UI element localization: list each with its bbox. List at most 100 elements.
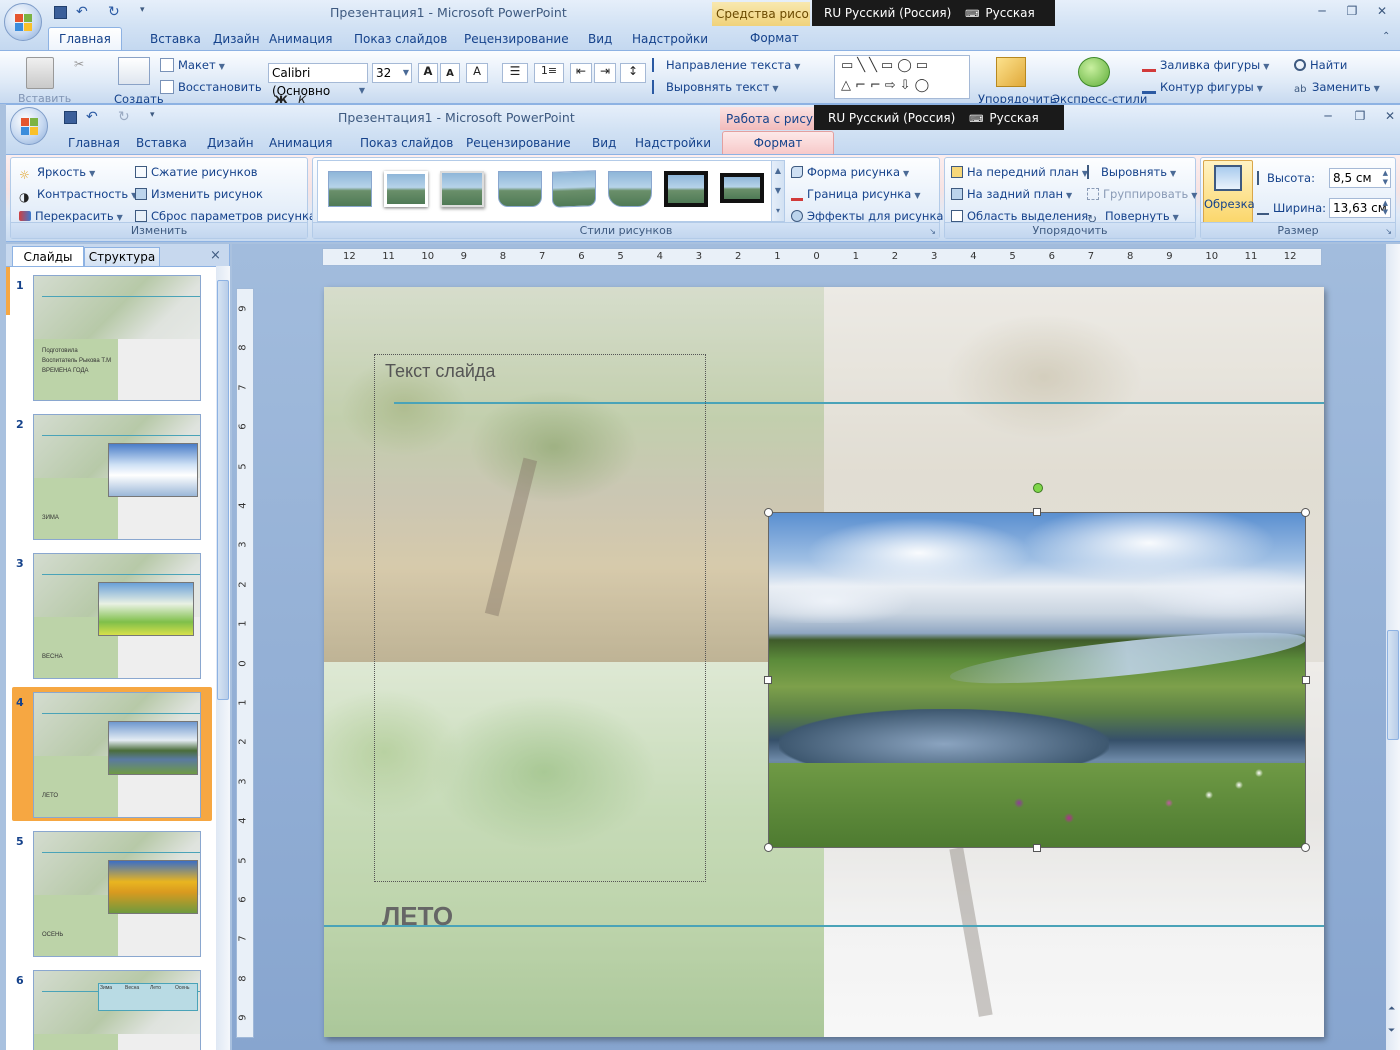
tab-3[interactable]: Анимация — [259, 132, 342, 154]
picture-style-3[interactable] — [440, 171, 484, 207]
dialog-launcher-icon[interactable]: ↘ — [929, 227, 936, 236]
picture-style-2[interactable] — [384, 171, 428, 207]
back-tab-4[interactable]: Показ слайдов — [344, 28, 457, 50]
close-button[interactable]: ✕ — [1378, 105, 1400, 127]
tab-7[interactable]: Надстройки — [625, 132, 721, 154]
replace-button[interactable]: ab Заменить ▼ — [1294, 77, 1380, 97]
indent-increase-icon[interactable]: ⇥ — [594, 63, 616, 83]
compress-button[interactable]: Сжатие рисунков — [135, 162, 258, 182]
layout-button[interactable]: Макет ▼ — [160, 55, 225, 75]
crop-button[interactable]: Обрезка — [1203, 160, 1255, 224]
language-indicator[interactable]: RU Русский (Россия) — [828, 111, 955, 125]
tab-outline[interactable]: Структура — [84, 247, 160, 266]
text-placeholder[interactable]: Текст слайда — [374, 354, 706, 882]
shape-outline-button[interactable]: Контур фигуры ▼ — [1142, 77, 1263, 97]
resize-handle-bl[interactable] — [764, 843, 773, 852]
find-button[interactable]: Найти — [1294, 55, 1347, 75]
tab-2[interactable]: Дизайн — [197, 132, 264, 154]
slide-thumbnail-1[interactable]: Подготовила Воспитатель Рыкова Т.М ВРЕМЕНА… — [33, 275, 201, 401]
slide-thumbnail-3[interactable]: ВЕСНА — [33, 553, 201, 679]
redo-icon[interactable]: ↻ — [108, 4, 120, 20]
font-size-box[interactable]: 32 ▼ — [372, 63, 412, 83]
new-slide-button[interactable]: Создать — [114, 92, 164, 103]
undo-icon[interactable]: ↶ — [86, 109, 98, 125]
resize-handle-t[interactable] — [1033, 508, 1041, 516]
picture-style-8[interactable] — [720, 173, 764, 203]
slide-thumbnail-2[interactable]: ЗИМА — [33, 414, 201, 540]
panel-scrollbar[interactable] — [216, 266, 230, 1050]
rotation-handle[interactable] — [1033, 483, 1043, 493]
height-input[interactable]: 8,5 см ▲ ▼ — [1329, 168, 1391, 188]
arrange-button[interactable]: Упорядочить — [978, 92, 1057, 103]
editor-scrollbar-thumb[interactable] — [1387, 630, 1399, 740]
back-minimize-button[interactable]: ─ — [1310, 0, 1334, 22]
numbering-icon[interactable]: 1≡ — [534, 63, 564, 83]
brightness-button[interactable]: ☼ Яркость ▼ — [19, 162, 95, 182]
shapes-gallery[interactable]: ▭╲╲▭◯▭ △⌐⌐⇨⇩◯ — [834, 55, 970, 99]
picture-style-6[interactable] — [608, 171, 652, 207]
indent-decrease-icon[interactable]: ⇤ — [570, 63, 592, 83]
reset-button[interactable]: Восстановить — [160, 77, 262, 97]
paste-button[interactable]: Вставить — [18, 92, 71, 103]
back-context-tab[interactable]: Средства рисова — [712, 2, 810, 26]
back-language-bar[interactable]: RU Русский (Россия) ⌨ Русская ? ▾ — [812, 0, 1055, 50]
resize-handle-r[interactable] — [1302, 676, 1310, 684]
slide-title[interactable]: ЛЕТО — [382, 901, 453, 932]
size-dialog-launcher-icon[interactable]: ↘ — [1385, 227, 1392, 236]
keyboard-layout[interactable]: Русская — [989, 111, 1038, 125]
resize-handle-l[interactable] — [764, 676, 772, 684]
bullets-icon[interactable]: ☰ — [502, 63, 528, 83]
editor-scrollbar[interactable]: ⏶ ⏷ — [1386, 244, 1400, 1050]
tab-slides[interactable]: Слайды — [12, 246, 84, 266]
gallery-scroll[interactable]: ▲ ▼ ▾ — [771, 160, 785, 222]
width-input[interactable]: 13,63 см ▲ ▼ — [1329, 198, 1391, 218]
picture-style-1[interactable] — [328, 171, 372, 207]
tab-0[interactable]: Главная — [58, 132, 130, 154]
clear-format-icon[interactable]: A — [466, 63, 488, 83]
maximize-button[interactable]: ❐ — [1348, 105, 1372, 127]
tab-4[interactable]: Показ слайдов — [350, 132, 463, 154]
save-icon[interactable] — [64, 111, 77, 124]
picture-shape-button[interactable]: Форма рисунка ▼ — [791, 162, 909, 182]
language-indicator[interactable]: RU Русский (Россия) — [824, 6, 951, 20]
picture-style-4[interactable] — [498, 171, 542, 207]
back-tab-format[interactable]: Формат — [750, 31, 799, 45]
bring-front-button[interactable]: На передний план ▼ — [951, 162, 1088, 182]
italic-icon[interactable]: К — [298, 93, 306, 103]
shrink-font-icon[interactable]: A — [440, 63, 460, 83]
qat-customize-icon[interactable]: ▾ — [140, 5, 145, 15]
save-icon[interactable] — [54, 6, 67, 19]
align-button[interactable]: Выровнять ▼ — [1087, 162, 1176, 182]
contrast-button[interactable]: ◑Контрастность▼ — [19, 184, 137, 204]
ribbon-collapse-icon[interactable]: ⌃ — [1382, 31, 1390, 42]
grow-font-icon[interactable]: A — [418, 63, 438, 83]
tab-5[interactable]: Рецензирование — [456, 132, 581, 154]
picture-style-7[interactable] — [664, 171, 708, 207]
cut-icon[interactable]: ✂ — [74, 57, 84, 71]
paste-icon[interactable] — [26, 57, 54, 89]
panel-scrollbar-thumb[interactable] — [217, 280, 229, 700]
selected-picture[interactable] — [768, 512, 1306, 848]
office-button-front[interactable] — [10, 107, 48, 145]
arrange-icon[interactable] — [996, 57, 1026, 87]
minimize-button[interactable]: ─ — [1316, 105, 1340, 127]
resize-handle-br[interactable] — [1301, 843, 1310, 852]
redo-icon[interactable]: ↻ — [118, 109, 130, 125]
context-tab-picture-tools[interactable]: Работа с рисунк — [720, 107, 818, 131]
tab-6[interactable]: Вид — [582, 132, 626, 154]
back-maximize-button[interactable]: ❐ — [1340, 0, 1364, 22]
group-button[interactable]: Группировать ▼ — [1087, 184, 1197, 204]
back-tab-6[interactable]: Вид — [578, 28, 622, 50]
quick-styles-icon[interactable] — [1078, 57, 1110, 87]
font-name-box[interactable]: Calibri (Основно ▼ — [268, 63, 368, 98]
picture-border-button[interactable]: Граница рисунка ▼ — [791, 184, 920, 204]
back-tab-5[interactable]: Рецензирование — [454, 28, 579, 50]
text-direction-button[interactable]: Направление текста ▼ — [652, 55, 800, 75]
resize-handle-tr[interactable] — [1301, 508, 1310, 517]
send-back-button[interactable]: На задний план ▼ — [951, 184, 1072, 204]
back-tab-1[interactable]: Вставка — [140, 28, 211, 50]
picture-style-5[interactable] — [552, 170, 596, 208]
panel-close-icon[interactable]: × — [210, 248, 221, 263]
undo-icon[interactable]: ↶ — [76, 4, 88, 20]
resize-handle-tl[interactable] — [764, 508, 773, 517]
